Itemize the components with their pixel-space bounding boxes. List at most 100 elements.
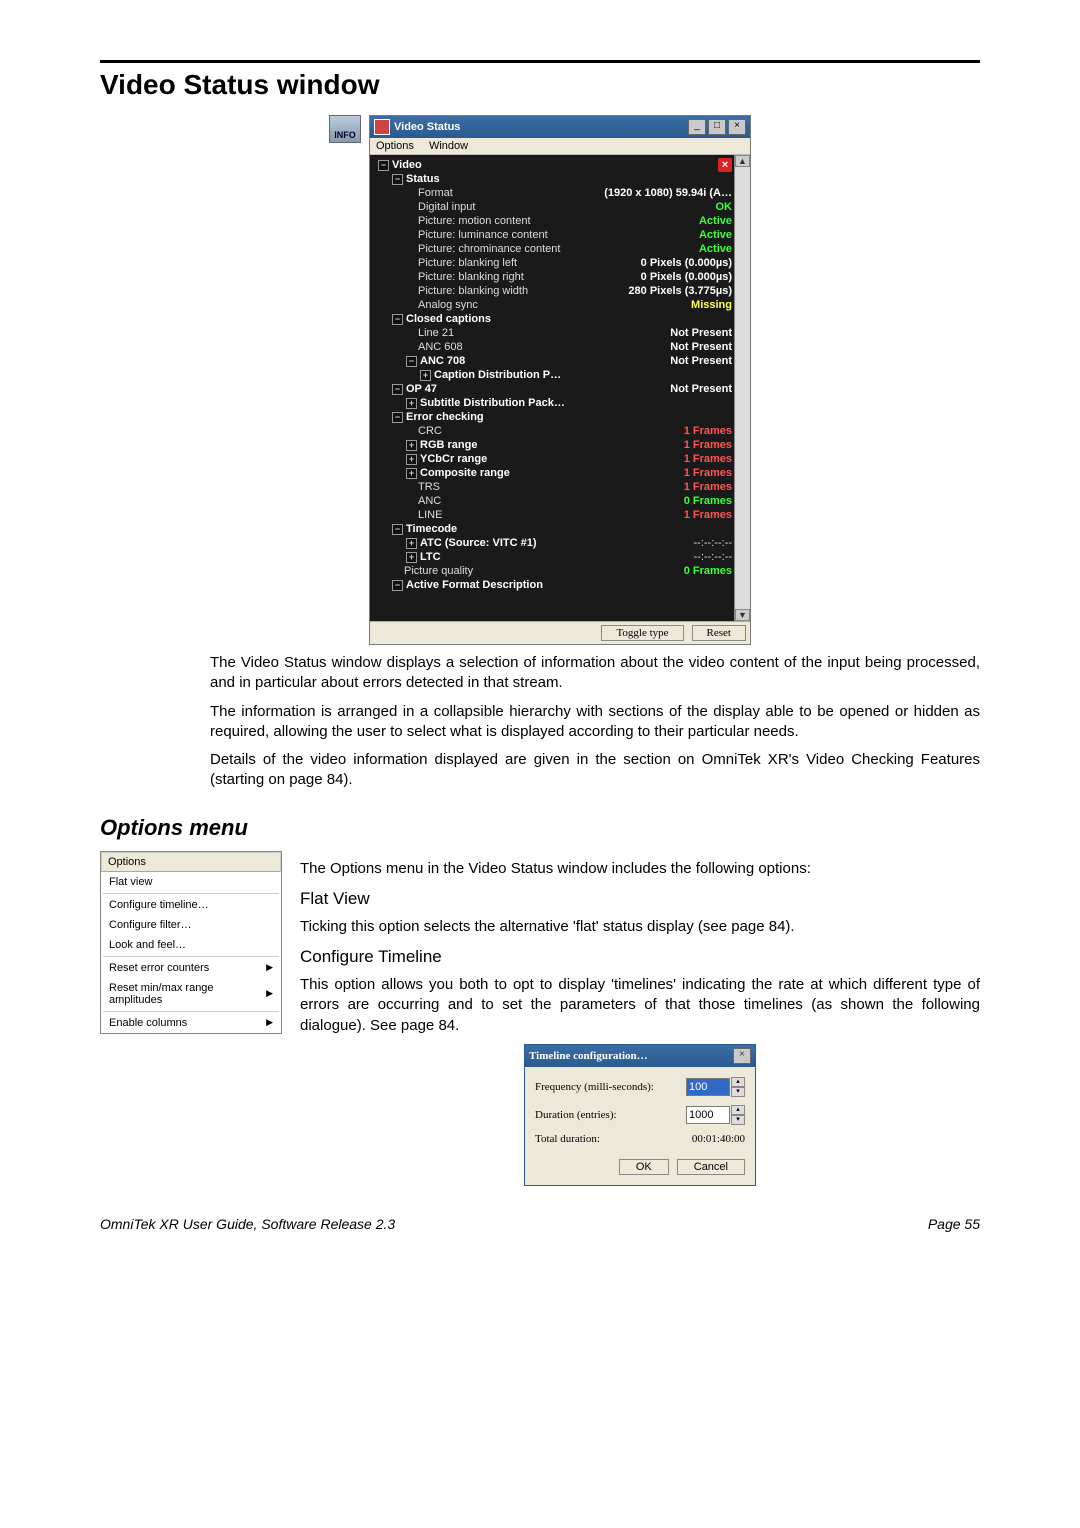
- window-footer: Toggle type Reset: [370, 621, 750, 644]
- collapse-icon[interactable]: −: [392, 174, 403, 185]
- row-label[interactable]: Caption Distribution P…: [434, 369, 561, 381]
- node-error-checking[interactable]: Error checking: [406, 411, 484, 423]
- row-value: 1 Frames: [684, 424, 732, 438]
- expand-icon[interactable]: +: [406, 454, 417, 465]
- menu-item-reset-error-counters[interactable]: Reset error counters▶: [101, 958, 281, 978]
- row-value: 1 Frames: [684, 480, 732, 494]
- node-status[interactable]: Status: [406, 173, 440, 185]
- menu-item-flat-view[interactable]: Flat view: [101, 872, 281, 892]
- collapse-icon[interactable]: −: [392, 412, 403, 423]
- row-label[interactable]: OP 47: [406, 383, 437, 395]
- cancel-button[interactable]: Cancel: [677, 1159, 745, 1175]
- menu-separator: [103, 893, 279, 894]
- footer-right: Page 55: [928, 1216, 980, 1232]
- menu-item-reset-amplitudes[interactable]: Reset min/max range amplitudes▶: [101, 978, 281, 1010]
- row-label: LINE: [418, 509, 442, 521]
- expand-icon[interactable]: +: [406, 468, 417, 479]
- status-tree[interactable]: −Video× −Status Format(1920 x 1080) 59.9…: [370, 155, 750, 621]
- row-label: Picture: blanking width: [418, 285, 528, 297]
- node-video[interactable]: Video: [392, 159, 422, 171]
- spin-down-icon[interactable]: ▾: [731, 1115, 745, 1125]
- submenu-arrow-icon: ▶: [266, 1017, 273, 1028]
- row-label[interactable]: Composite range: [420, 467, 510, 479]
- collapse-icon[interactable]: −: [392, 314, 403, 325]
- row-value: OK: [716, 200, 733, 214]
- window-titlebar[interactable]: Video Status _ □ ×: [370, 116, 750, 138]
- section-rule: [100, 60, 980, 63]
- menu-item-configure-timeline[interactable]: Configure timeline…: [101, 895, 281, 915]
- paragraph: Ticking this option selects the alternat…: [300, 917, 980, 937]
- close-button[interactable]: ×: [733, 1048, 751, 1064]
- field-label: Duration (entries):: [535, 1109, 617, 1121]
- row-label[interactable]: LTC: [420, 551, 441, 563]
- close-button[interactable]: ×: [728, 119, 746, 135]
- footer-left: OmniTek XR User Guide, Software Release …: [100, 1216, 395, 1232]
- row-value: Not Present: [670, 382, 732, 396]
- row-label[interactable]: RGB range: [420, 439, 477, 451]
- ok-button[interactable]: OK: [619, 1159, 669, 1175]
- timeline-config-dialog: Timeline configuration… × Frequency (mil…: [524, 1044, 756, 1186]
- expand-icon[interactable]: +: [406, 538, 417, 549]
- reset-button[interactable]: Reset: [692, 625, 746, 641]
- row-label[interactable]: YCbCr range: [420, 453, 487, 465]
- paragraph: This option allows you both to opt to di…: [300, 975, 980, 1036]
- row-value: Missing: [691, 298, 732, 312]
- collapse-icon[interactable]: −: [378, 160, 389, 171]
- expand-icon[interactable]: +: [406, 440, 417, 451]
- duration-input[interactable]: [686, 1106, 730, 1124]
- frequency-stepper[interactable]: ▴▾: [686, 1077, 745, 1097]
- collapse-icon[interactable]: −: [392, 384, 403, 395]
- collapse-icon[interactable]: −: [392, 580, 403, 591]
- row-value: 0 Pixels (0.000µs): [641, 270, 732, 284]
- menu-options[interactable]: Options: [376, 140, 414, 152]
- node-closed-captions[interactable]: Closed captions: [406, 313, 491, 325]
- row-label[interactable]: Subtitle Distribution Pack…: [420, 397, 565, 409]
- paragraph: Details of the video information display…: [210, 750, 980, 791]
- spin-down-icon[interactable]: ▾: [731, 1087, 745, 1097]
- frequency-input[interactable]: [686, 1078, 730, 1096]
- menu-separator: [103, 1011, 279, 1012]
- node-afd[interactable]: Active Format Description: [406, 579, 543, 591]
- menu-header[interactable]: Options: [101, 852, 281, 872]
- menubar: Options Window: [370, 138, 750, 155]
- row-label: Picture quality: [404, 565, 473, 577]
- minimize-button[interactable]: _: [688, 119, 706, 135]
- dialog-titlebar[interactable]: Timeline configuration… ×: [525, 1045, 755, 1067]
- menu-item-look-and-feel[interactable]: Look and feel…: [101, 935, 281, 955]
- row-label: Picture: luminance content: [418, 229, 548, 241]
- row-label: Analog sync: [418, 299, 478, 311]
- node-timecode[interactable]: Timecode: [406, 523, 457, 535]
- row-label: Picture: motion content: [418, 215, 531, 227]
- paragraph: The Video Status window displays a selec…: [210, 653, 980, 694]
- scrollbar[interactable]: [734, 155, 750, 621]
- spin-up-icon[interactable]: ▴: [731, 1077, 745, 1087]
- collapse-icon[interactable]: −: [406, 356, 417, 367]
- row-value: 280 Pixels (3.775µs): [628, 284, 732, 298]
- menu-item-enable-columns[interactable]: Enable columns▶: [101, 1013, 281, 1033]
- row-label[interactable]: ATC (Source: VITC #1): [420, 537, 537, 549]
- maximize-button[interactable]: □: [708, 119, 726, 135]
- page-title: Video Status window: [100, 69, 980, 101]
- duration-stepper[interactable]: ▴▾: [686, 1105, 745, 1125]
- row-value: 1 Frames: [684, 508, 732, 522]
- options-menu: Options Flat view Configure timeline… Co…: [100, 851, 282, 1034]
- row-value: Active: [699, 214, 732, 228]
- row-label: Picture: blanking left: [418, 257, 517, 269]
- menu-window[interactable]: Window: [429, 140, 468, 152]
- expand-icon[interactable]: +: [420, 370, 431, 381]
- row-label: ANC 608: [418, 341, 463, 353]
- row-value: 1 Frames: [684, 438, 732, 452]
- row-value: (1920 x 1080) 59.94i (A…: [604, 186, 732, 200]
- expand-icon[interactable]: +: [406, 398, 417, 409]
- app-icon: [374, 119, 390, 135]
- toggle-type-button[interactable]: Toggle type: [601, 625, 683, 641]
- expand-icon[interactable]: +: [406, 552, 417, 563]
- row-label: Picture: chrominance content: [418, 243, 560, 255]
- window-title: Video Status: [394, 121, 460, 133]
- submenu-arrow-icon: ▶: [266, 962, 273, 973]
- spin-up-icon[interactable]: ▴: [731, 1105, 745, 1115]
- info-icon: INFO: [329, 115, 361, 143]
- row-label: CRC: [418, 425, 442, 437]
- collapse-icon[interactable]: −: [392, 524, 403, 535]
- menu-item-configure-filter[interactable]: Configure filter…: [101, 915, 281, 935]
